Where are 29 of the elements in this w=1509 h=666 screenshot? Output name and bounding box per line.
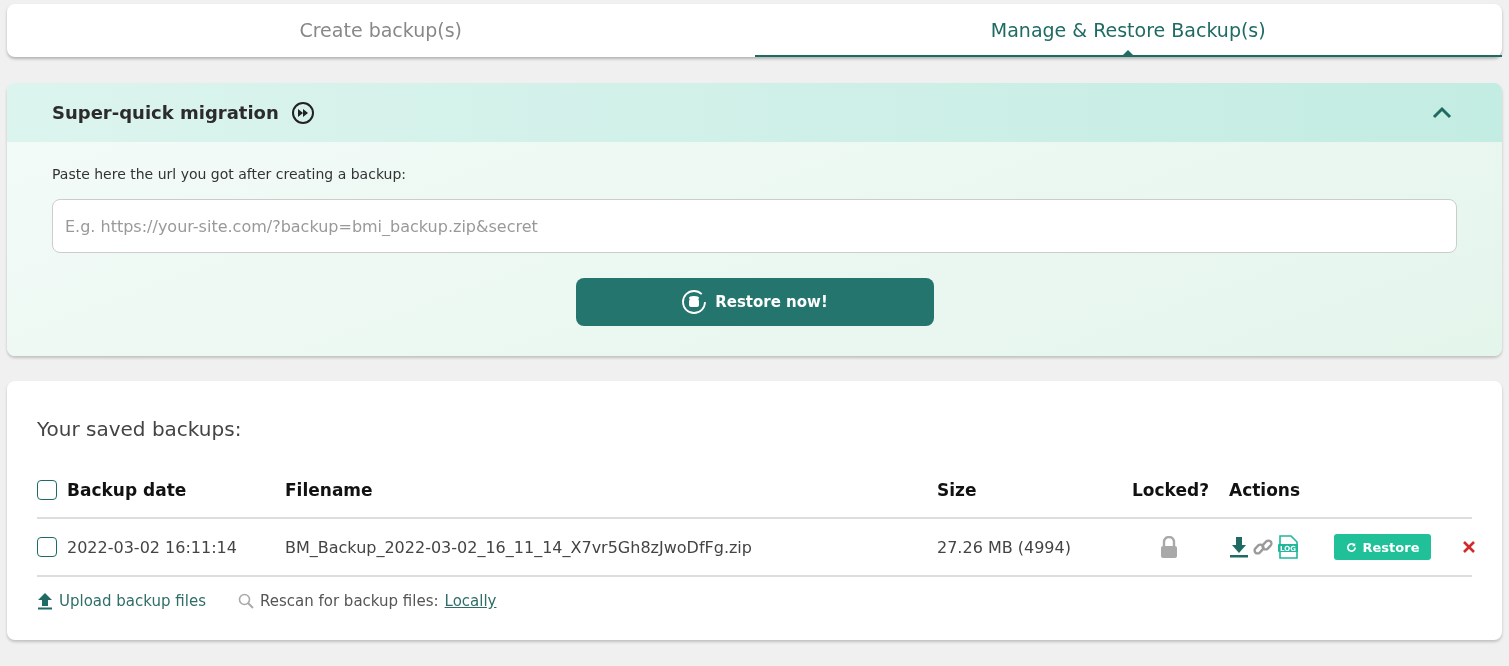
tab[interactable]: Create backup(s) [7,4,755,57]
url-input[interactable]: E.g. https://your-site.com/?backup=bmi_backup.zip&secret [52,199,1457,253]
section-title: Super-quick migration [52,102,279,123]
delete-icon[interactable] [1462,540,1476,554]
table-cell-text: 27.26 MB (4994) [937,537,1072,557]
tab[interactable]: Manage & Restore Backup(s) [754,4,1502,57]
table-cell: 2022-03-02 16:11:14 [67,537,237,557]
download-icon[interactable] [1229,536,1249,558]
table-cell-text: BM_Backup_2022-03-02_16_11_14_X7vr5Gh8zJwoDfFg.zip [285,537,753,557]
search-icon [237,593,254,609]
fast-forward-icon [290,100,315,125]
section-title: Your saved backups: [37,417,243,441]
upload-link[interactable]: Upload backup files [37,592,206,610]
database-icon [681,289,708,315]
rescan-label: Rescan for backup files: [259,592,439,610]
chevron-icon [1431,105,1453,120]
link-icon[interactable] [1252,536,1274,558]
column-header: Backup date [67,480,187,500]
restore-now-button[interactable]: Restore now! [575,278,934,326]
locally-link[interactable]: Locally [444,592,497,610]
row-checkbox[interactable] [37,537,57,557]
upload-icon [37,592,53,610]
column-header: Filename [285,480,374,500]
refresh-icon [1345,541,1357,553]
select-all-checkbox[interactable] [37,480,57,500]
column-header: Actions [1229,480,1302,500]
field-label: Paste here the url you got after creating a backup: [52,166,408,182]
column-header: Locked? [1132,480,1209,500]
column-header: Size [937,480,978,500]
